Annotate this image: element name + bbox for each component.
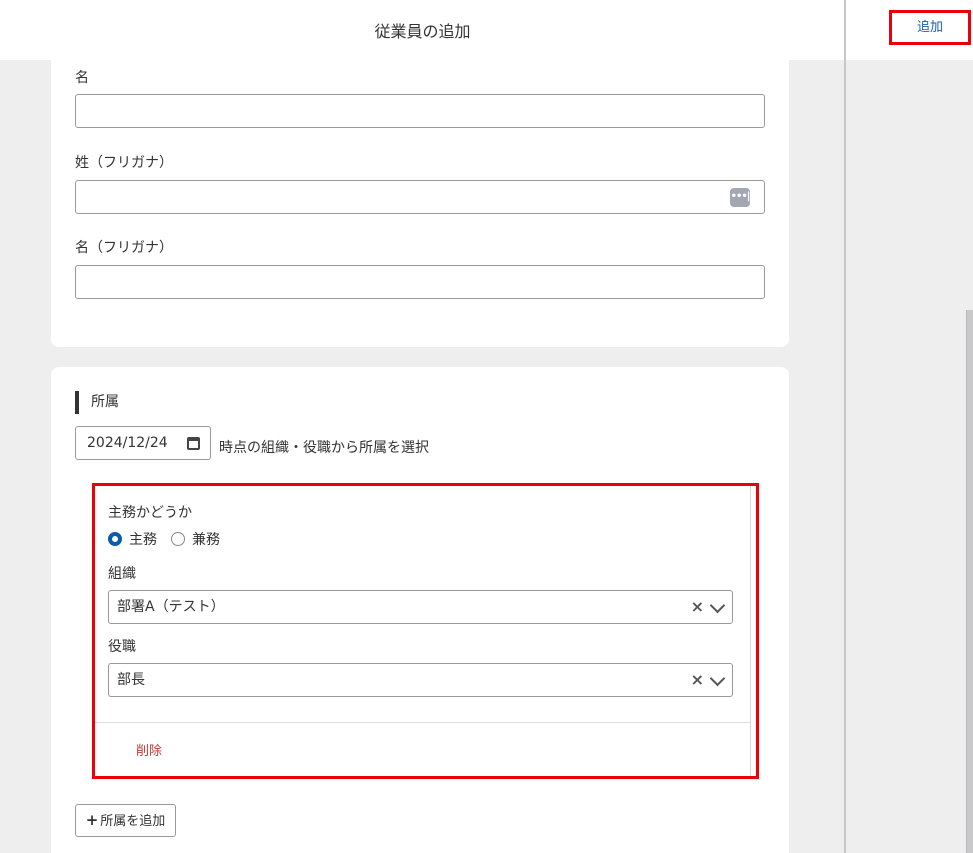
- affiliation-entry-separator: [95, 722, 750, 723]
- dots-icon[interactable]: •••|: [730, 188, 750, 207]
- delete-affiliation-link[interactable]: 削除: [136, 740, 162, 759]
- first-name-kana-field[interactable]: [75, 265, 765, 299]
- affiliation-entry: [92, 483, 759, 779]
- radio-primary[interactable]: 主務: [108, 529, 157, 549]
- organization-select[interactable]: 部署A（テスト） ×: [108, 590, 733, 624]
- radio-secondary[interactable]: 兼務: [171, 529, 220, 549]
- role-label: 役職: [108, 639, 136, 655]
- affiliation-entry-edge: [750, 486, 751, 776]
- last-name-kana-field[interactable]: •••|: [75, 180, 765, 214]
- primary-duty-label: 主務かどうか: [108, 505, 192, 521]
- primary-duty-radio-group: 主務 兼務: [108, 529, 234, 549]
- reference-date-input[interactable]: 2024/12/24: [75, 426, 211, 460]
- first-name-kana-label: 名（フリガナ）: [75, 240, 173, 256]
- add-affiliation-button[interactable]: + 所属を追加: [75, 804, 176, 837]
- organization-value: 部署A（テスト）: [117, 599, 225, 615]
- affiliation-section-title: 所属: [75, 391, 119, 414]
- chevron-down-icon[interactable]: [709, 597, 726, 614]
- radio-secondary-label: 兼務: [192, 532, 220, 548]
- add-button[interactable]: 追加: [889, 10, 971, 45]
- plus-icon: +: [85, 811, 99, 829]
- calendar-icon[interactable]: [187, 437, 200, 450]
- last-name-kana-label: 姓（フリガナ）: [75, 155, 173, 171]
- first-name-label: 名: [75, 70, 89, 86]
- chevron-down-icon[interactable]: [709, 670, 726, 687]
- panel-divider: [844, 0, 846, 853]
- clear-icon[interactable]: ×: [691, 591, 704, 623]
- organization-label: 組織: [108, 566, 136, 582]
- first-name-field[interactable]: [75, 94, 765, 128]
- radio-primary-dot[interactable]: [108, 532, 122, 546]
- role-value: 部長: [117, 672, 145, 688]
- page-title: 従業員の追加: [374, 22, 471, 41]
- reference-date-value: 2024/12/24: [87, 435, 168, 451]
- reference-date-suffix: 時点の組織・役職から所属を選択: [219, 440, 429, 456]
- radio-primary-label: 主務: [129, 532, 157, 548]
- scrollbar[interactable]: [966, 310, 973, 853]
- clear-icon[interactable]: ×: [691, 664, 704, 696]
- role-select[interactable]: 部長 ×: [108, 663, 733, 697]
- add-affiliation-label: 所属を追加: [100, 814, 166, 829]
- radio-secondary-dot[interactable]: [171, 532, 185, 546]
- page-header: 従業員の追加: [0, 0, 845, 60]
